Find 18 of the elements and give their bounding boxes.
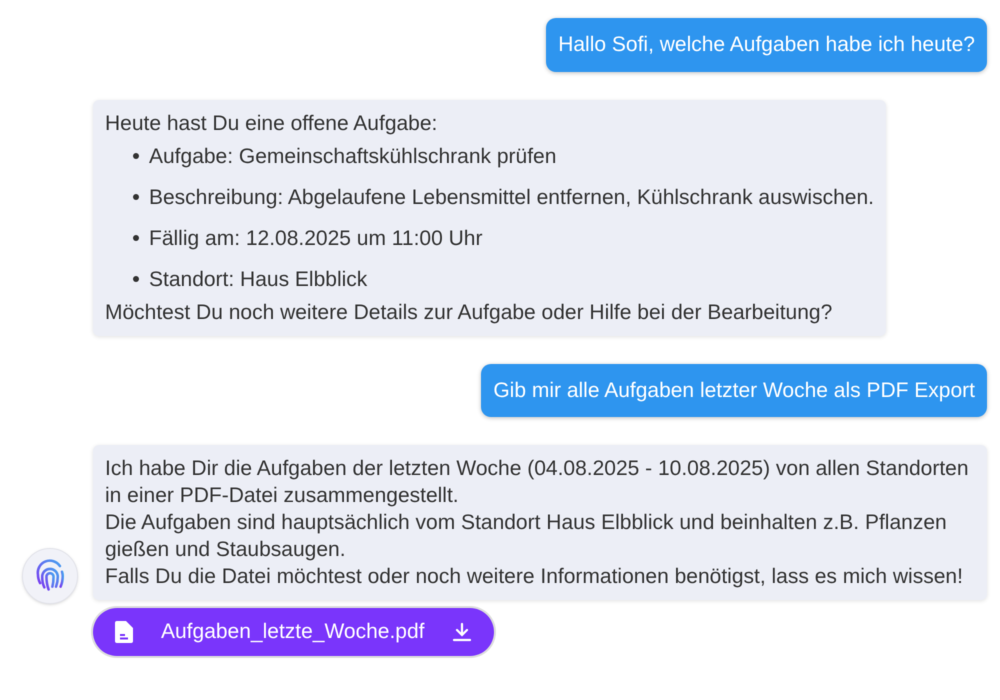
user-message-text: Gib mir alle Aufgaben letzter Woche als PDF Export bbox=[493, 378, 975, 402]
message-text: Ich habe Dir die Aufgaben der letzten Woche (04.08.2025 - 10.08.2025) von allen Standorten in einer PDF-Datei zusammengestellt. bbox=[105, 456, 970, 509]
list-item-text: Beschreibung: Abgelaufene Lebensmittel entfernen, Kühlschrank auswischen. bbox=[149, 184, 874, 210]
download-icon bbox=[452, 622, 472, 642]
message-text: Die Aufgaben sind hauptsächlich vom Standort Haus Elbblick und beinhalten z.B. Pflanzen gießen und Staubsaugen. bbox=[105, 510, 948, 563]
bullet-icon bbox=[133, 276, 139, 282]
list-item-text: Aufgabe: Gemeinschaftskühlschrank prüfen bbox=[149, 144, 556, 170]
user-message-text: Hallo Sofi, welche Aufgaben habe ich heute? bbox=[558, 33, 975, 56]
bullet-icon bbox=[133, 152, 139, 158]
bullet-icon bbox=[133, 194, 139, 200]
list-item-text: Standort: Haus Elbblick bbox=[149, 266, 368, 292]
message-text: Falls Du die Datei möchtest oder noch weitere Informationen benötigst, lass es mich wissen! bbox=[105, 564, 964, 590]
document-icon bbox=[115, 621, 133, 643]
bullet-icon bbox=[133, 234, 139, 240]
message-text: Möchtest Du noch weitere Details zur Aufgabe oder Hilfe bei der Bearbeitung? bbox=[105, 300, 834, 326]
list-item-text: Fällig am: 12.08.2025 um 11:00 Uhr bbox=[149, 226, 482, 252]
file-download-button[interactable]: Aufgaben_letzte_Woche.pdf bbox=[93, 608, 494, 656]
message-text: Heute hast Du eine offene Aufgabe: bbox=[105, 110, 438, 136]
